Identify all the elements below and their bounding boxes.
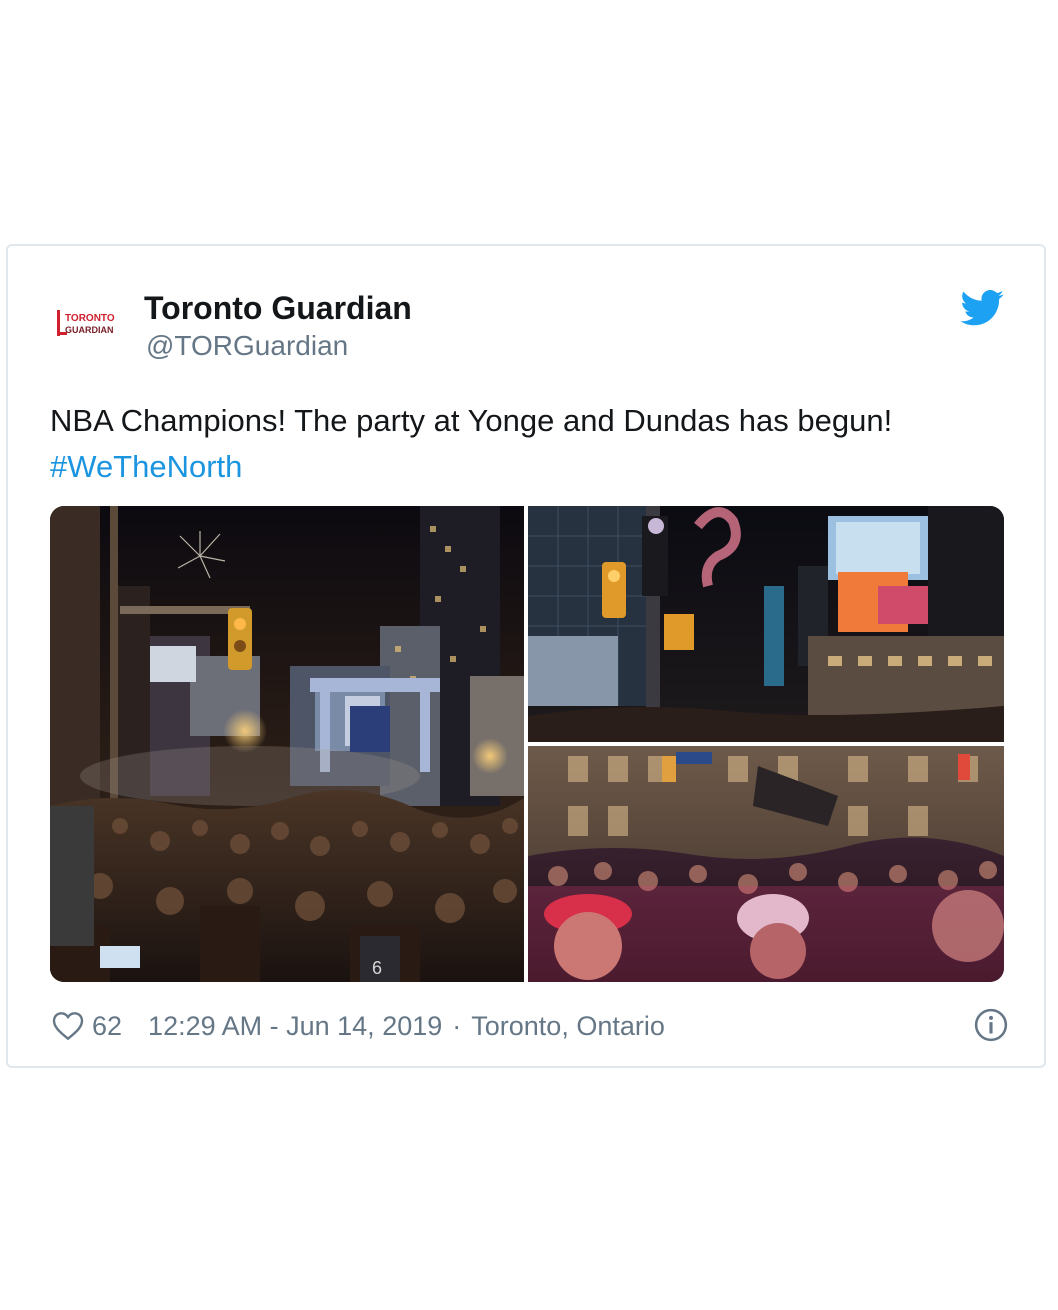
photo-yonge-dundas-crowd-fireworks[interactable]: 6 <box>50 506 524 982</box>
hashtag-link[interactable]: #WeTheNorth <box>50 444 1010 490</box>
tweet-location[interactable]: Toronto, Ontario <box>471 1011 665 1042</box>
twitter-bird-icon[interactable] <box>960 290 1004 326</box>
info-icon[interactable] <box>974 1008 1008 1042</box>
photo-crowd-street-celebration[interactable] <box>528 746 1004 982</box>
author-handle[interactable]: @TORGuardian <box>146 330 348 362</box>
tweet-body: NBA Champions! The party at Yonge and Du… <box>50 403 893 438</box>
author-name[interactable]: Toronto Guardian <box>144 290 412 327</box>
photo-person-on-traffic-pole[interactable] <box>528 506 1004 742</box>
like-count[interactable]: 62 <box>92 1011 122 1042</box>
tweet-timestamp[interactable]: 12:29 AM - Jun 14, 2019 <box>148 1011 442 1042</box>
tweet-footer: 62 12:29 AM - Jun 14, 2019 · Toronto, On… <box>52 1006 1008 1046</box>
tweet-card[interactable]: TORONTO GUARDIAN Toronto Guardian @TORGu… <box>6 244 1046 1068</box>
street-crowd-image <box>528 746 1004 982</box>
heart-icon[interactable] <box>52 1011 84 1041</box>
traffic-pole-image <box>528 506 1004 742</box>
crowd-fireworks-image: 6 <box>50 506 524 982</box>
avatar[interactable]: TORONTO GUARDIAN <box>54 302 126 346</box>
media-grid[interactable]: 6 <box>50 506 1004 982</box>
svg-text:6: 6 <box>372 958 382 978</box>
toronto-guardian-logo: TORONTO GUARDIAN <box>57 310 115 336</box>
tweet-text: NBA Champions! The party at Yonge and Du… <box>50 398 1010 490</box>
svg-text:TORONTO: TORONTO <box>65 313 115 324</box>
separator-dot: · <box>452 1010 462 1041</box>
svg-text:GUARDIAN: GUARDIAN <box>65 325 114 335</box>
